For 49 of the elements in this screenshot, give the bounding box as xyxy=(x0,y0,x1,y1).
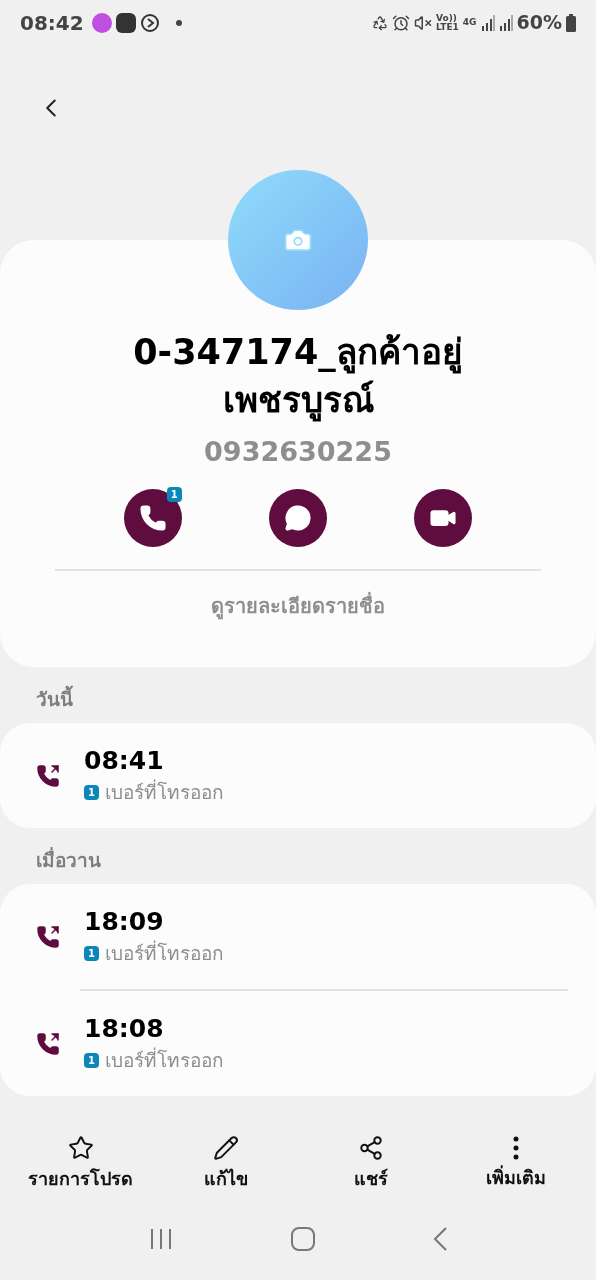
call-time: 08:41 xyxy=(84,745,165,778)
call-log-item[interactable]: 18:08 1 เบอร์ที่โทรออก xyxy=(0,991,596,1096)
call-type: เบอร์ที่โทรออก xyxy=(105,778,224,806)
status-time: 08:42 xyxy=(20,9,84,37)
alarm-icon xyxy=(392,13,411,32)
sim-badge: 1 xyxy=(84,785,99,800)
message-button[interactable] xyxy=(269,488,327,547)
signal-icon xyxy=(498,14,513,31)
phone-number: 0932630225 xyxy=(204,435,392,469)
recent-apps-button[interactable] xyxy=(149,1228,173,1250)
toolbar-button[interactable]: แก้ไข xyxy=(155,1134,296,1192)
more-icon xyxy=(512,1135,519,1160)
outgoing-call-icon xyxy=(36,763,60,788)
share-icon xyxy=(357,1134,384,1161)
sim-badge: 1 xyxy=(166,486,182,502)
call-button[interactable]: 1 xyxy=(123,488,182,547)
volte-label: Vo)) xyxy=(436,13,457,23)
star-icon xyxy=(67,1134,94,1161)
phone-icon xyxy=(138,503,167,532)
call-log-item[interactable]: 08:41 1 เบอร์ที่โทรออก xyxy=(0,723,596,828)
toolbar-button[interactable]: รายการโปรด xyxy=(10,1134,151,1192)
contact-name: 0-347174_ลูกค้าอยู่เพชรบูรณ์ xyxy=(132,331,464,424)
back-nav-button[interactable] xyxy=(433,1227,447,1251)
call-time: 18:09 xyxy=(84,906,165,939)
pencil-icon xyxy=(212,1134,239,1161)
date-header: เมื่อวาน xyxy=(35,846,102,873)
battery-saver-icon xyxy=(372,14,389,31)
toolbar-button[interactable]: เพิ่มเติม xyxy=(445,1135,586,1191)
sim-badge: 1 xyxy=(84,1053,99,1068)
sim-badge: 1 xyxy=(84,946,99,961)
signal-icon xyxy=(480,14,495,31)
call-log-item[interactable]: 18:09 1 เบอร์ที่โทรออก xyxy=(0,884,596,989)
mute-icon xyxy=(414,13,433,32)
battery-icon xyxy=(566,13,576,32)
outgoing-call-icon xyxy=(36,924,60,949)
date-header: วันนี้ xyxy=(0,667,596,723)
lte-label: LTE1 xyxy=(436,22,459,32)
call-time: 18:08 xyxy=(84,1013,165,1046)
app-icon xyxy=(115,12,136,33)
outgoing-call-icon xyxy=(36,1031,60,1056)
play-icon xyxy=(139,12,160,33)
call-type: เบอร์ที่โทรออก xyxy=(105,939,224,967)
battery-percent: 60% xyxy=(516,10,562,36)
message-icon xyxy=(284,503,312,532)
app-icon xyxy=(91,12,112,33)
home-button[interactable] xyxy=(291,1227,315,1251)
toolbar-button[interactable]: แชร์ xyxy=(300,1134,441,1192)
network-label: 4G xyxy=(462,15,477,29)
call-type: เบอร์ที่โทรออก xyxy=(105,1046,224,1074)
